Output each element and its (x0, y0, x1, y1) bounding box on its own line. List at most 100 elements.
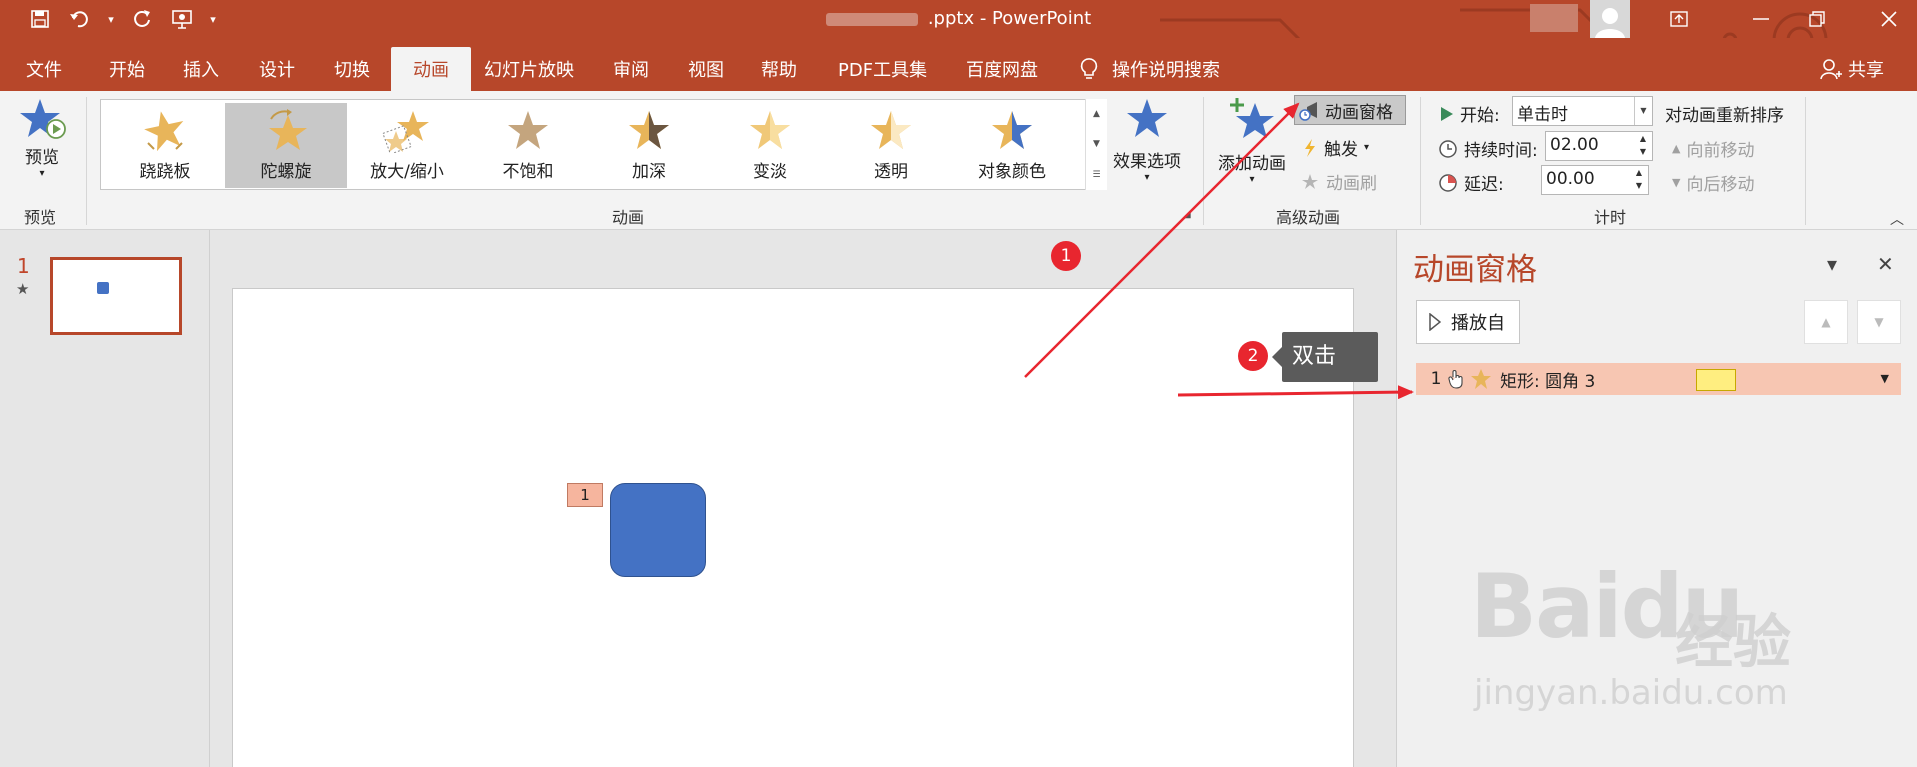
ribbon-display-options-button[interactable] (1651, 0, 1707, 38)
tab-transitions[interactable]: 切换 (334, 47, 370, 91)
darken-star-icon (629, 111, 669, 149)
animation-painter-button[interactable]: 动画刷 (1300, 169, 1377, 194)
tab-insert[interactable]: 插入 (183, 47, 219, 91)
effect-options-button[interactable]: 效果选项 ▾ (1113, 97, 1181, 183)
caret-down-icon: ▾ (39, 168, 45, 179)
tab-design[interactable]: 设计 (259, 47, 295, 91)
caret-down-icon: ▾ (1249, 174, 1255, 185)
slide-canvas[interactable] (232, 288, 1354, 767)
share-button[interactable]: 共享 (1820, 56, 1884, 82)
minimize-icon (1753, 18, 1769, 20)
account-avatar[interactable] (1590, 0, 1630, 38)
gallery-scroll: ▲ ▼ ☰ (1085, 99, 1107, 190)
animation-desaturate[interactable]: 不饱和 (467, 103, 589, 188)
thumbnail-shape (97, 282, 109, 294)
gallery-scroll-down[interactable]: ▼ (1093, 139, 1100, 149)
lightbulb-icon (1080, 58, 1098, 79)
trigger-button[interactable]: 触发 ▾ (1302, 135, 1369, 160)
animation-darken[interactable]: 加深 (588, 103, 710, 188)
grow-shrink-star-icon (382, 111, 429, 153)
star-effect-icon (1471, 369, 1491, 389)
tab-home[interactable]: 开始 (109, 47, 145, 91)
animation-object-color[interactable]: 对象颜色 (951, 103, 1073, 188)
tab-animations[interactable]: 动画 (391, 47, 471, 91)
animation-teeter[interactable]: 跷跷板 (104, 103, 226, 188)
group-label-timing: 计时 (1594, 208, 1627, 227)
play-triangle-icon (1441, 106, 1453, 121)
tab-pdf-tools[interactable]: PDF工具集 (838, 47, 927, 91)
animation-dialog-launcher[interactable]: ◢ (1183, 209, 1191, 220)
timeline-bar[interactable] (1696, 369, 1736, 391)
title-bar: ▾ ▾ .pptx - PowerPoint (0, 0, 1917, 82)
animation-grow-shrink[interactable]: 放大/缩小 (346, 103, 468, 188)
rounded-rectangle-shape[interactable] (610, 483, 706, 577)
clock-icon (1439, 139, 1457, 158)
triangle-down-icon: ▼ (1672, 176, 1681, 189)
spinner-arrows-icon[interactable]: ▲ ▼ (1630, 166, 1648, 194)
restore-icon (1809, 11, 1825, 27)
tab-file[interactable]: 文件 (26, 47, 62, 91)
caret-down-icon: ▾ (1827, 252, 1838, 276)
pane-move-down-button[interactable]: ▼ (1857, 300, 1901, 344)
pane-move-up-button[interactable]: ▲ (1804, 300, 1848, 344)
close-icon: ✕ (1877, 252, 1894, 276)
add-animation-icon (1230, 98, 1274, 138)
effect-options-star-icon (1127, 99, 1167, 137)
animation-order-tag[interactable]: 1 (567, 483, 603, 507)
chevron-up-icon: ︿ (1890, 212, 1904, 228)
move-earlier-button[interactable]: ▲ 向前移动 (1672, 136, 1754, 161)
move-later-button[interactable]: ▼ 向后移动 (1672, 170, 1754, 195)
animation-indicator-icon: ★ (16, 280, 30, 298)
restore-button[interactable] (1789, 0, 1845, 38)
object-color-star-icon (992, 111, 1032, 149)
animation-pane-icon (1299, 102, 1317, 121)
slide-number: 1 (17, 254, 30, 278)
animation-pane-button[interactable]: 动画窗格 (1294, 95, 1406, 125)
triangle-up-icon: ▲ (1821, 315, 1831, 329)
duration-spinner[interactable]: 02.00 ▲ ▼ (1545, 131, 1653, 161)
close-icon (1881, 11, 1897, 27)
group-label-advanced-animation: 高级动画 (1276, 208, 1341, 227)
tab-slideshow[interactable]: 幻灯片放映 (484, 47, 574, 91)
start-select[interactable]: 单击时 ▼ (1512, 96, 1653, 126)
chevron-down-icon[interactable]: ▼ (1634, 97, 1652, 125)
watermark-url: jingyan.baidu.com (1474, 673, 1788, 713)
ribbon-separator (1420, 97, 1421, 225)
tab-help[interactable]: 帮助 (761, 47, 797, 91)
slide-thumbnail[interactable] (50, 257, 182, 335)
delay-label: 延迟: (1438, 170, 1504, 195)
animation-transparency[interactable]: 透明 (830, 103, 952, 188)
step-badge-2: 2 (1238, 341, 1268, 371)
pane-close-button[interactable]: ✕ (1877, 252, 1894, 276)
redacted-filename (825, 12, 918, 26)
add-animation-button[interactable]: 添加动画 ▾ (1218, 97, 1286, 185)
delay-spinner[interactable]: 00.00 ▲ ▼ (1541, 165, 1649, 195)
pane-options-button[interactable]: ▾ (1827, 252, 1837, 276)
chevron-down-icon[interactable]: ▼ (1881, 363, 1889, 395)
ribbon-separator (1805, 97, 1806, 225)
tab-review[interactable]: 审阅 (613, 47, 649, 91)
animation-list-item[interactable]: 1 矩形: 圆角 3 ▼ (1416, 363, 1901, 395)
tab-baidu-netdisk[interactable]: 百度网盘 (966, 47, 1038, 91)
teeter-star-icon (144, 111, 184, 152)
play-from-button[interactable]: 播放自 (1416, 300, 1520, 344)
transparency-star-icon (871, 111, 911, 149)
animation-lighten[interactable]: 变淡 (709, 103, 831, 188)
pane-title: 动画窗格 (1413, 252, 1537, 288)
collapse-ribbon-button[interactable]: ︿ (1890, 209, 1904, 229)
close-window-button[interactable] (1861, 0, 1917, 38)
gallery-more[interactable]: ☰ (1092, 170, 1100, 180)
animation-spin[interactable]: 陀螺旋 (225, 103, 347, 188)
animation-gallery: 跷跷板 陀螺旋 放大/缩小 不饱和 加深 变淡 透明 对象颜色 (100, 99, 1107, 190)
tab-view[interactable]: 视图 (688, 47, 724, 91)
group-label-preview: 预览 (24, 208, 57, 227)
tell-me-search[interactable]: 操作说明搜索 (1080, 56, 1220, 82)
step-badge-1: 1 (1051, 241, 1081, 271)
spin-star-icon (269, 109, 307, 150)
ribbon-separator (1203, 97, 1204, 225)
gallery-scroll-up[interactable]: ▲ (1093, 109, 1100, 119)
spinner-arrows-icon[interactable]: ▲ ▼ (1634, 132, 1652, 160)
triangle-down-icon: ▼ (1874, 315, 1884, 329)
minimize-button[interactable] (1733, 0, 1789, 38)
preview-button[interactable]: 预览 ▾ (18, 97, 66, 179)
